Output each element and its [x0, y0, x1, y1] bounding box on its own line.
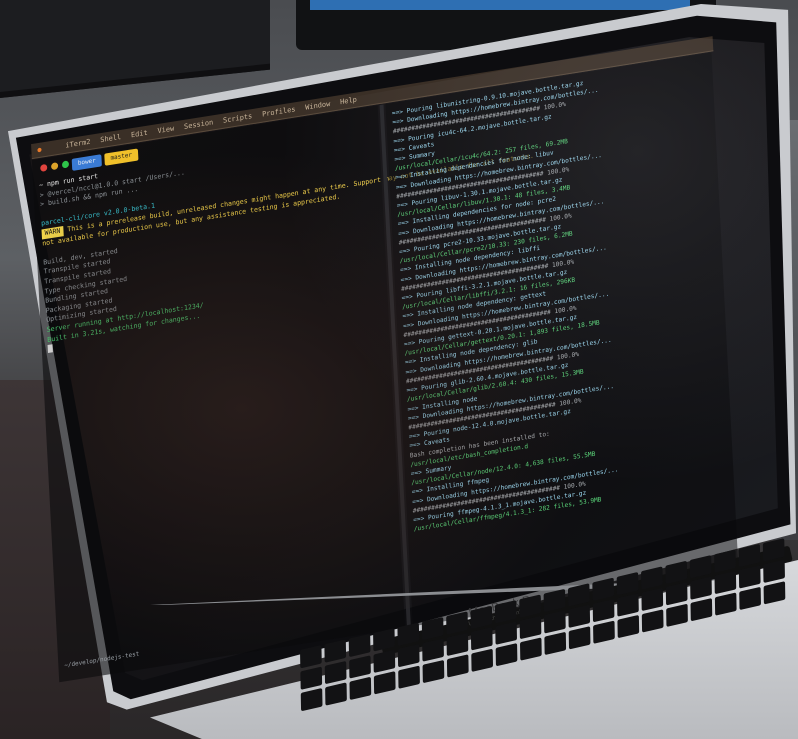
prompt-segment-branch: master [104, 148, 139, 166]
terminal-line-text [43, 248, 47, 257]
menu-item-window[interactable]: Window [305, 100, 330, 112]
menu-item-scripts[interactable]: Scripts [223, 112, 253, 125]
left-status: ~/develop/nodejs-test [64, 650, 140, 670]
menu-item-profiles[interactable]: Profiles [262, 105, 296, 118]
apple-icon[interactable]: ● [37, 145, 42, 154]
prompt-segment-dir: bower [71, 154, 102, 171]
cursor [47, 344, 53, 354]
close-icon[interactable] [40, 163, 48, 172]
menu-item-shell[interactable]: Shell [100, 133, 121, 144]
right-output: ==> Pouring libunistring-0.9.10.mojave.b… [392, 59, 730, 534]
minimize-icon[interactable] [50, 162, 59, 171]
terminal-line-text [40, 210, 44, 219]
menu-item-view[interactable]: View [157, 124, 174, 135]
menu-item-help[interactable]: Help [340, 96, 357, 107]
menu-item-session[interactable]: Session [184, 118, 214, 131]
window-controls [40, 160, 70, 172]
menu-item-edit[interactable]: Edit [131, 129, 148, 140]
zoom-icon[interactable] [61, 160, 70, 169]
terminal-pane-right[interactable]: ==> Pouring libunistring-0.9.10.mojave.b… [385, 52, 739, 627]
terminal-pane-left[interactable]: bower master ~ npm run start > @vercel/nc… [31, 105, 534, 683]
photo-scene: ● iTerm2 Shell Edit View Session Scripts Profi… [0, 0, 798, 739]
menu-item-iterm2[interactable]: iTerm2 [65, 138, 90, 150]
